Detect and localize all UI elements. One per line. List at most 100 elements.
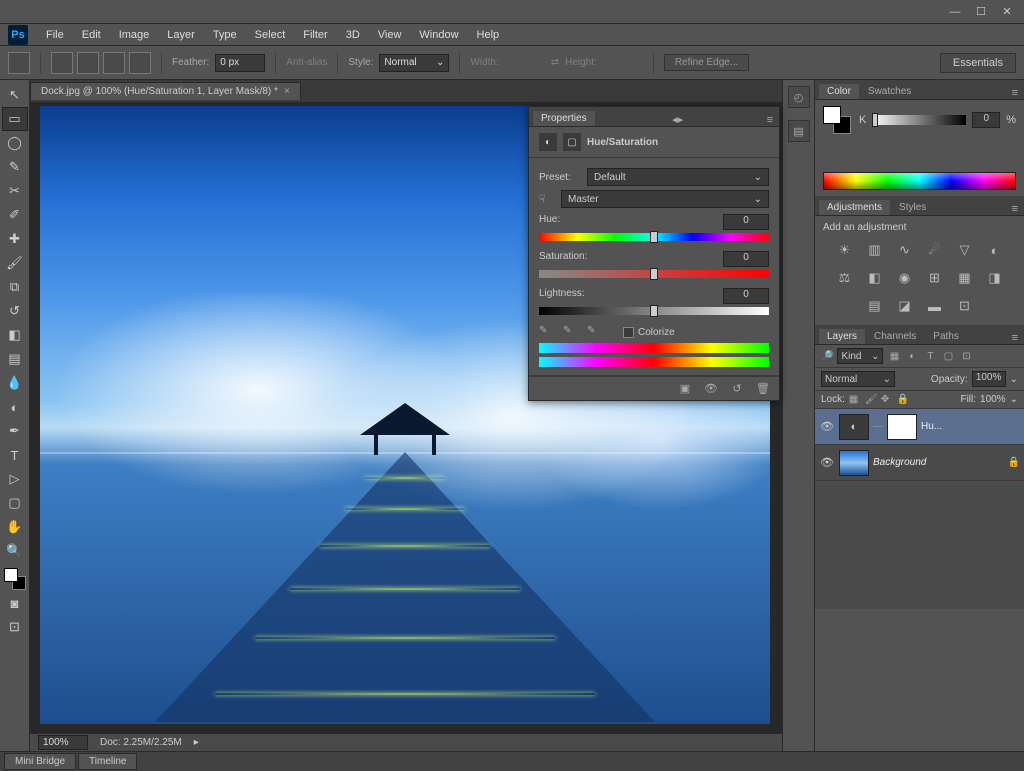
eraser-tool[interactable]: ◧	[3, 324, 27, 346]
menu-edit[interactable]: Edit	[74, 27, 109, 43]
adj-invert-icon[interactable]: ◨	[985, 269, 1005, 287]
hand-tool[interactable]: ✋	[3, 516, 27, 538]
tab-properties[interactable]: Properties	[533, 111, 595, 126]
k-value[interactable]: 0	[972, 112, 1000, 128]
healing-brush-tool[interactable]: ✚	[3, 228, 27, 250]
selection-subtract-icon[interactable]	[103, 52, 125, 74]
selection-add-icon[interactable]	[77, 52, 99, 74]
feather-input[interactable]	[215, 54, 265, 72]
history-brush-tool[interactable]: ↺	[3, 300, 27, 322]
filter-shape-icon[interactable]: ▢	[941, 349, 955, 363]
menu-layer[interactable]: Layer	[159, 27, 203, 43]
adj-gradient-map-icon[interactable]: ▬	[925, 297, 945, 315]
actions-panel-icon[interactable]: ▤	[788, 120, 810, 142]
selection-intersect-icon[interactable]	[129, 52, 151, 74]
marquee-tool[interactable]: ▭	[3, 108, 27, 130]
hue-value[interactable]: 0	[723, 214, 769, 230]
hue-slider[interactable]	[539, 233, 769, 241]
menu-select[interactable]: Select	[247, 27, 294, 43]
saturation-slider[interactable]	[539, 270, 769, 278]
history-panel-icon[interactable]: ◴	[788, 86, 810, 108]
menu-image[interactable]: Image	[111, 27, 158, 43]
lightness-value[interactable]: 0	[723, 288, 769, 304]
eyedropper-sub-icon[interactable]: ✎	[587, 325, 601, 339]
tab-paths[interactable]: Paths	[925, 329, 967, 344]
status-arrow-icon[interactable]: ▸	[194, 737, 199, 748]
brush-tool[interactable]: 🖌	[3, 252, 27, 274]
style-select[interactable]: Normal⌄	[379, 54, 449, 72]
reset-icon[interactable]: ↺	[729, 381, 745, 397]
adj-channel-mixer-icon[interactable]: ⊞	[925, 269, 945, 287]
workspace-switcher[interactable]: Essentials	[940, 53, 1016, 73]
filter-kind-select[interactable]: Kind⌄	[837, 348, 883, 364]
saturation-value[interactable]: 0	[723, 251, 769, 267]
lock-pos-icon[interactable]: ✥	[881, 394, 893, 405]
quick-select-tool[interactable]: ✎	[3, 156, 27, 178]
tab-styles[interactable]: Styles	[891, 200, 934, 215]
color-spectrum[interactable]	[823, 172, 1016, 190]
tab-adjustments[interactable]: Adjustments	[819, 200, 890, 215]
adj-levels-icon[interactable]: ▥	[865, 241, 885, 259]
targeted-adjust-icon[interactable]: ☟	[539, 194, 555, 205]
layer-item-hue-sat[interactable]: 👁 ◐ Hu...	[815, 409, 1024, 445]
lock-paint-icon[interactable]: 🖌	[865, 394, 877, 405]
crop-tool[interactable]: ✂	[3, 180, 27, 202]
clip-to-layer-icon[interactable]: ▣	[677, 381, 693, 397]
k-slider-track[interactable]	[872, 115, 966, 125]
visibility-icon[interactable]: 👁	[819, 456, 835, 469]
properties-panel[interactable]: Properties ◂▸ ≡ ◐ ▢ Hue/Saturation Prese…	[528, 106, 780, 401]
filter-adjust-icon[interactable]: ◐	[905, 349, 919, 363]
layer-item-background[interactable]: 👁 Background 🔒	[815, 445, 1024, 481]
document-tab[interactable]: Dock.jpg @ 100% (Hue/Saturation 1, Layer…	[30, 82, 301, 100]
gradient-tool[interactable]: ▤	[3, 348, 27, 370]
panel-collapse-icon[interactable]: ◂▸	[666, 113, 689, 126]
layer-mask-thumb[interactable]	[887, 414, 917, 440]
hue-range-bottom[interactable]	[539, 357, 769, 367]
type-tool[interactable]: T	[3, 444, 27, 466]
adj-posterize-icon[interactable]: ▤	[865, 297, 885, 315]
tab-mini-bridge[interactable]: Mini Bridge	[4, 753, 76, 770]
adj-vibrance-icon[interactable]: ▽	[955, 241, 975, 259]
filter-type-icon[interactable]: T	[923, 349, 937, 363]
eyedropper-add-icon[interactable]: ✎	[563, 325, 577, 339]
tab-channels[interactable]: Channels	[866, 329, 924, 344]
tab-color[interactable]: Color	[819, 84, 859, 99]
quick-mask-tool[interactable]: ◙	[3, 592, 27, 614]
menu-file[interactable]: File	[38, 27, 72, 43]
eyedropper-tool[interactable]: ✐	[3, 204, 27, 226]
opacity-value[interactable]: 100%	[972, 371, 1006, 387]
hue-range-top[interactable]	[539, 343, 769, 353]
fill-flyout-icon[interactable]: ⌄	[1010, 394, 1018, 405]
eyedropper-icon[interactable]: ✎	[539, 325, 553, 339]
layer-name[interactable]: Hu...	[921, 421, 1020, 432]
mask-type-icon[interactable]: ▢	[563, 133, 581, 151]
layer-thumb[interactable]	[839, 450, 869, 476]
adj-bw-icon[interactable]: ◧	[865, 269, 885, 287]
adj-brightness-icon[interactable]: ☀	[835, 241, 855, 259]
menu-filter[interactable]: Filter	[295, 27, 335, 43]
tool-preset-picker[interactable]	[8, 52, 30, 74]
lock-all-icon[interactable]: 🔒	[897, 394, 909, 405]
clone-stamp-tool[interactable]: ⧉	[3, 276, 27, 298]
tab-timeline[interactable]: Timeline	[78, 753, 137, 770]
refine-edge-button[interactable]: Refine Edge...	[664, 54, 749, 71]
visibility-icon[interactable]: 👁	[819, 420, 835, 433]
panel-menu-icon[interactable]: ≡	[1006, 203, 1024, 215]
dodge-tool[interactable]: ◐	[3, 396, 27, 418]
zoom-input[interactable]	[38, 735, 88, 750]
tab-swatches[interactable]: Swatches	[860, 84, 919, 99]
menu-type[interactable]: Type	[205, 27, 245, 43]
lasso-tool[interactable]: ◯	[3, 132, 27, 154]
filter-pixel-icon[interactable]: ▦	[887, 349, 901, 363]
close-tab-icon[interactable]: ×	[284, 86, 290, 97]
adj-hue-sat-icon[interactable]: ◐	[985, 241, 1005, 259]
panel-menu-icon[interactable]: ≡	[761, 114, 779, 126]
adj-exposure-icon[interactable]: ☄	[925, 241, 945, 259]
panel-color-swatch[interactable]	[823, 106, 851, 134]
panel-menu-icon[interactable]: ≡	[1006, 87, 1024, 99]
zoom-tool[interactable]: 🔍	[3, 540, 27, 562]
tab-layers[interactable]: Layers	[819, 329, 865, 344]
menu-3d[interactable]: 3D	[338, 27, 368, 43]
channel-select[interactable]: Master⌄	[561, 190, 769, 208]
adj-color-lookup-icon[interactable]: ▦	[955, 269, 975, 287]
